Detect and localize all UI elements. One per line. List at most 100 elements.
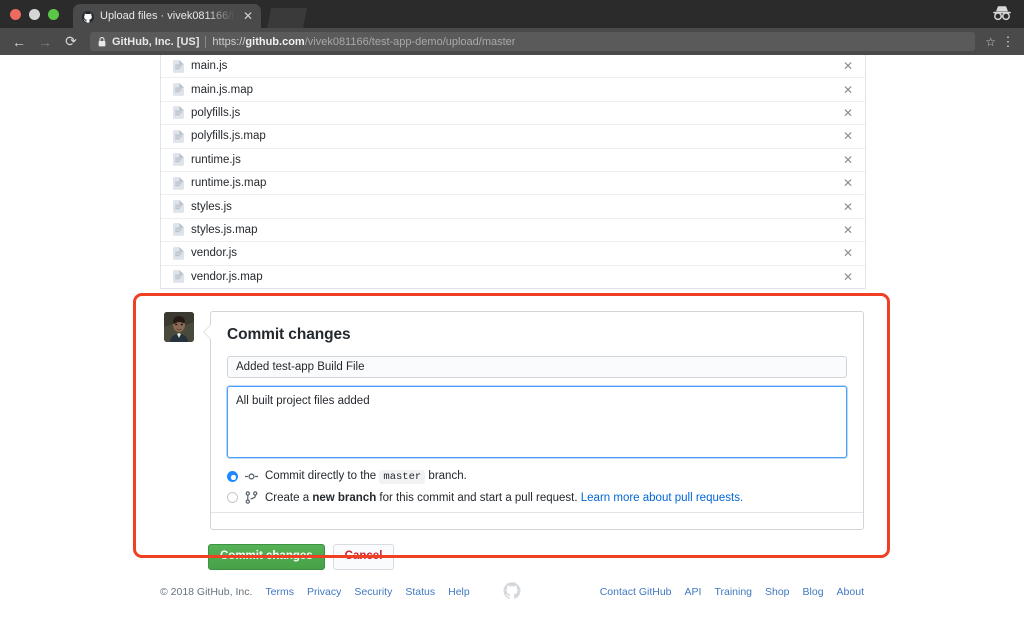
site-identity-label: GitHub, Inc. [US] — [112, 35, 200, 48]
browser-tab-active[interactable]: Upload files · vivek081166/test ✕ — [73, 4, 262, 28]
browser-tab-title: Upload files · vivek081166/test — [100, 10, 235, 22]
github-mark-icon — [503, 582, 521, 602]
file-icon — [173, 59, 184, 73]
file-icon — [173, 83, 184, 96]
window-minimize-button[interactable] — [29, 9, 40, 20]
remove-file-icon[interactable]: ✕ — [841, 129, 855, 143]
option-strong-text: new branch — [312, 491, 377, 504]
incognito-icon — [992, 5, 1012, 21]
footer-link-security[interactable]: Security — [354, 586, 392, 598]
cancel-button[interactable]: Cancel — [332, 544, 395, 570]
footer-link-terms[interactable]: Terms — [265, 586, 294, 598]
footer-link-about[interactable]: About — [837, 586, 864, 598]
file-name: styles.js.map — [191, 223, 258, 236]
window-close-button[interactable] — [10, 9, 21, 20]
option-commit-directly[interactable]: Commit directly to the master branch. — [227, 470, 847, 484]
file-list-item[interactable]: vendor.js ✕ — [161, 242, 865, 266]
github-mark-icon — [82, 10, 94, 23]
footer-link-training[interactable]: Training — [714, 586, 752, 598]
address-bar[interactable]: GitHub, Inc. [US] https://github.com/viv… — [90, 32, 976, 51]
page-viewport: main.js ✕ main.js.map ✕ polyfills.js ✕ p… — [0, 55, 1024, 640]
footer-link-contact-github[interactable]: Contact GitHub — [600, 586, 672, 598]
option-create-new-branch[interactable]: Create a new branch for this commit and … — [227, 491, 847, 504]
remove-file-icon[interactable]: ✕ — [841, 270, 855, 284]
pull-requests-help-link[interactable]: Learn more about pull requests. — [581, 492, 743, 504]
option-text-before: Commit directly to the — [265, 470, 377, 482]
url-host: github.com — [245, 35, 305, 48]
file-icon — [173, 106, 184, 120]
file-list-item[interactable]: main.js ✕ — [161, 55, 865, 79]
remove-file-icon[interactable]: ✕ — [841, 200, 855, 214]
window-maximize-button[interactable] — [48, 9, 59, 20]
footer-link-shop[interactable]: Shop — [765, 586, 790, 598]
browser-window: Upload files · vivek081166/test ✕ ← → ⟳ — [0, 0, 1024, 640]
file-list-item[interactable]: vendor.js.map ✕ — [161, 266, 865, 289]
remove-file-icon[interactable]: ✕ — [841, 176, 855, 190]
footer-link-api[interactable]: API — [685, 586, 702, 598]
url-scheme: https — [212, 35, 237, 48]
page-footer: © 2018 GitHub, Inc. Terms Privacy Securi… — [0, 582, 1024, 599]
file-list-item[interactable]: main.js.map ✕ — [161, 78, 865, 102]
commit-summary-input[interactable] — [227, 356, 847, 378]
footer-link-status[interactable]: Status — [405, 586, 435, 598]
footer-link-help[interactable]: Help — [448, 586, 470, 598]
file-icon — [173, 129, 184, 143]
file-name: polyfills.js — [191, 106, 241, 119]
footer-left-links: © 2018 GitHub, Inc. Terms Privacy Securi… — [160, 586, 470, 598]
uploaded-file-list: main.js ✕ main.js.map ✕ polyfills.js ✕ p… — [160, 55, 866, 289]
browser-tab-strip: Upload files · vivek081166/test ✕ — [0, 0, 1024, 28]
file-list-item[interactable]: styles.js.map ✕ — [161, 219, 865, 243]
option-text-after: for this commit and start a pull request… — [379, 491, 578, 504]
url-text: https://github.com/vivek081166/test-app-… — [212, 36, 515, 48]
file-name: main.js.map — [191, 83, 253, 96]
commit-section: Commit changes Added test-app Build File… — [0, 287, 1024, 577]
file-list-item[interactable]: polyfills.js.map ✕ — [161, 125, 865, 149]
remove-file-icon[interactable]: ✕ — [841, 59, 855, 73]
remove-file-icon[interactable]: ✕ — [841, 223, 855, 237]
file-name: runtime.js.map — [191, 177, 267, 190]
kebab-menu-icon[interactable]: ⋮ — [1000, 34, 1016, 50]
commit-changes-button[interactable]: Commit changes — [208, 544, 325, 570]
file-name: main.js — [191, 60, 228, 73]
remove-file-icon[interactable]: ✕ — [841, 83, 855, 97]
url-path: /vivek081166/test-app-demo/upload/master — [304, 35, 516, 48]
footer-copyright: © 2018 GitHub, Inc. — [160, 586, 253, 598]
browser-tab-inactive[interactable] — [267, 8, 308, 28]
file-list-item[interactable]: runtime.js ✕ — [161, 149, 865, 172]
browser-toolbar: ← → ⟳ GitHub, Inc. [US] https://github.c… — [0, 28, 1024, 55]
lock-icon — [98, 36, 106, 47]
back-button[interactable]: ← — [8, 32, 30, 52]
remove-file-icon[interactable]: ✕ — [841, 246, 855, 260]
commit-description-textarea[interactable] — [227, 386, 847, 458]
star-icon[interactable]: ☆ — [985, 35, 996, 49]
commit-branch-options: Commit directly to the master branch. Cr… — [227, 470, 847, 504]
reload-button[interactable]: ⟳ — [60, 32, 82, 52]
git-commit-icon — [245, 470, 258, 483]
remove-file-icon[interactable]: ✕ — [841, 106, 855, 120]
forward-button[interactable]: → — [34, 32, 56, 52]
file-name: styles.js — [191, 200, 232, 213]
file-icon — [173, 246, 184, 260]
radio-commit-directly[interactable] — [227, 471, 238, 482]
remove-file-icon[interactable]: ✕ — [841, 153, 855, 167]
radio-create-new-branch[interactable] — [227, 492, 238, 503]
footer-link-privacy[interactable]: Privacy — [307, 586, 341, 598]
commit-form-actions: Commit changes Cancel — [208, 544, 864, 570]
file-name: vendor.js — [191, 247, 238, 260]
file-list-item[interactable]: polyfills.js ✕ — [161, 102, 865, 126]
file-list-item[interactable]: styles.js ✕ — [161, 195, 865, 219]
option-text-after: branch. — [428, 470, 467, 482]
file-name: vendor.js.map — [191, 270, 263, 283]
footer-link-blog[interactable]: Blog — [803, 586, 824, 598]
tab-close-icon[interactable]: ✕ — [241, 10, 255, 22]
branch-name-chip: master — [379, 470, 426, 484]
commit-form-heading: Commit changes — [227, 326, 351, 343]
file-icon — [173, 176, 184, 190]
file-name: runtime.js — [191, 153, 241, 166]
option-text-before: Create a — [265, 491, 310, 504]
file-list-item[interactable]: runtime.js.map ✕ — [161, 172, 865, 196]
file-icon — [173, 223, 184, 237]
option-commit-directly-label: Commit directly to the master branch. — [265, 470, 467, 484]
option-create-new-branch-label: Create a new branch for this commit and … — [265, 492, 743, 504]
footer-right-links: Contact GitHub API Training Shop Blog Ab… — [600, 586, 864, 598]
